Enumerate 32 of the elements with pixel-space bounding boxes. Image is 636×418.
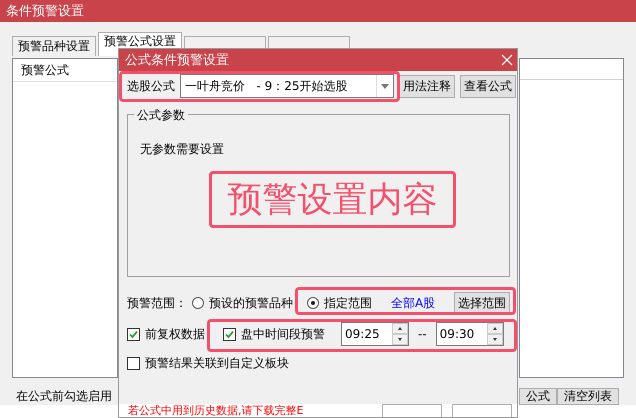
- time-spinner[interactable]: 09:30: [436, 322, 504, 346]
- clear-list-button[interactable]: 清空列表: [557, 388, 619, 405]
- view-formula-button[interactable]: 查看公式: [460, 74, 516, 98]
- formula-dropdown[interactable]: 一叶舟竞价 - 9：25开始选股: [180, 74, 394, 98]
- radio-label[interactable]: 预设的预警品种: [209, 294, 293, 312]
- checkbox-label[interactable]: 前复权数据: [145, 326, 205, 342]
- radio-label[interactable]: 指定范围: [324, 294, 372, 312]
- checkbox[interactable]: [127, 356, 140, 370]
- params-text: 无参数需要设置: [140, 142, 224, 156]
- checkbox-label[interactable]: 预警结果关联到自定义板块: [145, 354, 289, 372]
- formula-button[interactable]: 公式: [519, 388, 557, 405]
- radio-button[interactable]: [192, 297, 204, 309]
- warning-note: 若公式中用到历史数据,请下载完整E: [128, 404, 304, 417]
- select-range-button[interactable]: 选择范围: [454, 292, 510, 314]
- time-spinner[interactable]: 09:25: [341, 322, 409, 346]
- checkbox[interactable]: [127, 328, 140, 340]
- tab[interactable]: 预警品种设置: [12, 36, 96, 56]
- hint-text: 在公式前勾选启用: [16, 388, 112, 405]
- formula-label: 选股公式: [127, 78, 175, 94]
- separator-text: --: [417, 327, 428, 341]
- checkbox-label[interactable]: 盘中时间段预警: [241, 326, 325, 342]
- window-title: 条件预警设置: [0, 0, 636, 22]
- range-label: 预警范围：: [127, 294, 187, 312]
- dropdown-arrow-icon: [381, 84, 389, 88]
- group-title: 公式参数: [134, 107, 188, 124]
- range-link[interactable]: 全部A股: [391, 294, 436, 312]
- usage-notes-button[interactable]: 用法注释: [399, 74, 455, 98]
- close-icon[interactable]: [501, 54, 513, 66]
- radio-button[interactable]: [307, 297, 319, 309]
- annotation-label: 预警设置内容: [209, 171, 456, 228]
- column-header: 预警公式: [13, 59, 117, 82]
- checkbox[interactable]: [223, 328, 236, 340]
